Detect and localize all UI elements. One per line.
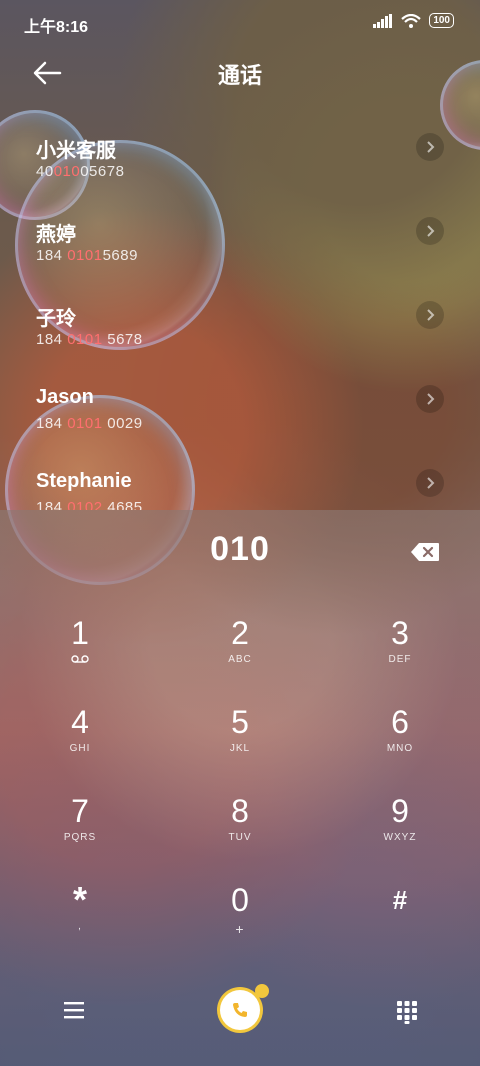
contact-suggestion-list: 小米客服 4001005678 燕婷 184 01015689 子玲 184 0…	[0, 106, 480, 510]
key-letters: WXYZ	[383, 832, 417, 843]
key-digit: 0	[231, 882, 249, 918]
contact-detail-button[interactable]	[416, 469, 444, 497]
key-letters: GHI	[69, 743, 91, 754]
contact-number: 184 0102 4685	[36, 499, 143, 510]
list-item[interactable]: Jason 184 0101 0029	[0, 358, 480, 442]
key-digit: 7	[71, 793, 89, 829]
contact-detail-button[interactable]	[416, 133, 444, 161]
list-item[interactable]: 子玲 184 0101 5678	[0, 274, 480, 358]
dial-key-star[interactable]: * ,	[0, 863, 160, 952]
key-digit: 6	[391, 704, 409, 740]
dial-key-1[interactable]: 1	[0, 596, 160, 685]
dialed-number-display[interactable]: 010	[0, 530, 480, 569]
key-digit: 2	[231, 615, 249, 651]
menu-icon[interactable]	[62, 1000, 86, 1020]
key-digit: 3	[391, 615, 409, 651]
status-icons: 100	[373, 13, 454, 28]
contact-name: 子玲	[36, 308, 76, 330]
dial-key-6[interactable]: 6 MNO	[320, 685, 480, 774]
dialpad-keys: 1 2 ABC 3 DEF 4 GHI 5 JKL 6 MNO 7 PQRS 8…	[0, 596, 480, 952]
list-item[interactable]: 小米客服 4001005678	[0, 106, 480, 190]
chevron-right-icon	[427, 393, 435, 405]
key-letters: PQRS	[63, 832, 97, 843]
header: 通话	[0, 44, 480, 104]
key-digit: 4	[71, 704, 89, 740]
keypad-icon[interactable]	[396, 1000, 418, 1024]
contact-detail-button[interactable]	[416, 385, 444, 413]
contact-number: 4001005678	[36, 163, 125, 180]
wifi-icon	[401, 13, 422, 28]
key-digit: 9	[391, 793, 409, 829]
page-title: 通话	[217, 63, 262, 88]
phone-icon	[233, 1003, 247, 1017]
contact-name: 小米客服	[36, 140, 116, 162]
contact-name: 燕婷	[36, 224, 76, 246]
key-letters: ,	[78, 921, 82, 932]
dial-key-0[interactable]: 0 +	[160, 863, 320, 952]
key-letters: MNO	[386, 743, 414, 754]
signal-icon	[373, 13, 393, 28]
key-digit: 1	[71, 615, 89, 651]
chevron-right-icon	[427, 225, 435, 237]
list-item[interactable]: 燕婷 184 01015689	[0, 190, 480, 274]
contact-name: Stephanie	[36, 470, 132, 492]
key-letters: ABC	[228, 654, 252, 665]
dial-key-9[interactable]: 9 WXYZ	[320, 774, 480, 863]
dial-key-hash[interactable]: #	[320, 863, 480, 952]
contact-number: 184 01015689	[36, 247, 138, 264]
dial-key-3[interactable]: 3 DEF	[320, 596, 480, 685]
dial-key-4[interactable]: 4 GHI	[0, 685, 160, 774]
key-digit: 8	[231, 793, 249, 829]
backspace-icon[interactable]	[410, 542, 440, 562]
list-item[interactable]: Stephanie 184 0102 4685	[0, 442, 480, 510]
contact-detail-button[interactable]	[416, 217, 444, 245]
key-letters: DEF	[388, 654, 412, 665]
contact-number: 184 0101 5678	[36, 331, 143, 348]
key-digit: #	[392, 885, 408, 915]
key-letters: +	[235, 921, 245, 937]
bottom-action-bar	[0, 966, 480, 1066]
contact-detail-button[interactable]	[416, 301, 444, 329]
dial-key-7[interactable]: 7 PQRS	[0, 774, 160, 863]
voicemail-icon	[71, 655, 89, 663]
key-digit: 5	[231, 704, 249, 740]
contact-number: 184 0101 0029	[36, 415, 143, 432]
chevron-right-icon	[427, 309, 435, 321]
chevron-right-icon	[427, 477, 435, 489]
dial-key-5[interactable]: 5 JKL	[160, 685, 320, 774]
key-letters: TUV	[228, 832, 252, 843]
dial-key-8[interactable]: 8 TUV	[160, 774, 320, 863]
chevron-right-icon	[427, 141, 435, 153]
battery-indicator: 100	[429, 13, 454, 28]
status-time: 上午8:16	[24, 19, 89, 36]
dial-key-2[interactable]: 2 ABC	[160, 596, 320, 685]
key-digit: *	[72, 879, 87, 920]
key-letters: JKL	[229, 743, 251, 754]
status-bar: 上午8:16 100	[0, 0, 480, 44]
contact-name: Jason	[36, 386, 94, 408]
call-button[interactable]	[220, 990, 260, 1030]
sim-badge	[255, 984, 269, 998]
